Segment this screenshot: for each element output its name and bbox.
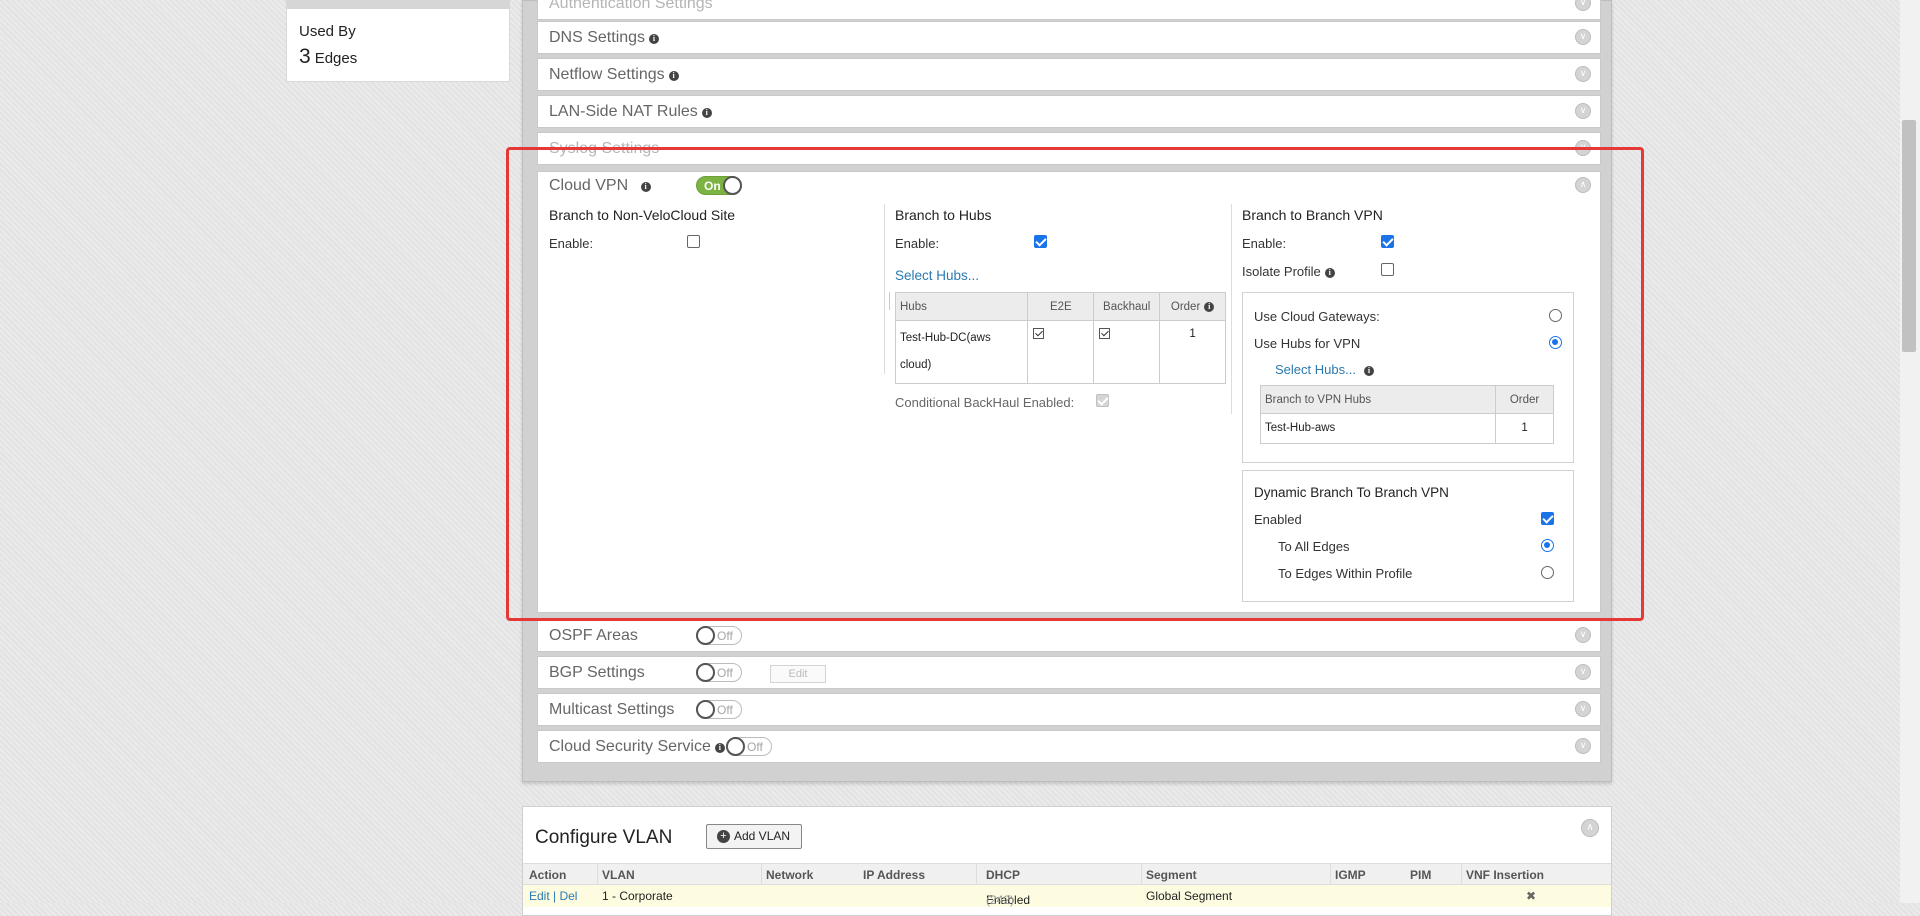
used-by-label: Used By [299, 23, 356, 40]
chevron-down-icon[interactable]: ∨ [1575, 0, 1591, 11]
toggle-knob [696, 626, 715, 645]
section-title: OSPF Areas [549, 627, 638, 644]
section-title: LAN-Side NAT Rules i [549, 103, 712, 121]
network-column-header: Network [766, 868, 814, 882]
section-multicast-settings[interactable]: Multicast Settings Off ∨ [537, 693, 1601, 726]
section-title: DNS Settings i [549, 29, 660, 47]
toggle-knob [696, 700, 715, 719]
toggle-label: Off [717, 703, 733, 717]
section-title: Authentication Settings [549, 0, 713, 12]
chevron-down-icon[interactable]: ∨ [1575, 29, 1591, 45]
dhcp-column-header: DHCP [986, 868, 1021, 882]
vlan-row-actions[interactable]: Edit | Del [529, 889, 577, 903]
configure-vlan-title: Configure VLAN [535, 827, 673, 848]
scrollbar-thumb[interactable] [1902, 120, 1916, 352]
pim-column-header: PIM [1410, 868, 1432, 882]
table-row: Edit | Del 1 - Corporate Enabled (242) G… [523, 885, 1611, 907]
section-title: Netflow Settings i [549, 66, 679, 84]
toggle-knob [696, 663, 715, 682]
add-vlan-button[interactable]: + Add VLAN [706, 824, 802, 849]
chevron-up-icon[interactable]: ∧ [1581, 819, 1599, 837]
section-netflow-settings[interactable]: Netflow Settings i ∨ [537, 58, 1601, 91]
section-dns-settings[interactable]: DNS Settings i ∨ [537, 21, 1601, 54]
close-icon[interactable]: ✖ [1526, 889, 1536, 903]
used-by-number: 3 [299, 45, 311, 68]
vlan-row-name: 1 - Corporate [602, 889, 673, 903]
vlan-table-header: Action VLAN Network IP Address DHCP Segm… [523, 863, 1611, 886]
chevron-down-icon[interactable]: ∨ [1575, 664, 1591, 680]
toggle-knob [726, 737, 745, 756]
action-column-header: Action [529, 868, 567, 882]
chevron-down-icon[interactable]: ∨ [1575, 701, 1591, 717]
section-title: BGP Settings [549, 664, 645, 681]
section-authentication-settings[interactable]: Authentication Settings ∨ [537, 0, 1601, 20]
highlight-box [506, 147, 1644, 621]
chevron-down-icon[interactable]: ∨ [1575, 66, 1591, 82]
ospf-toggle[interactable]: Off [696, 626, 742, 645]
multicast-toggle[interactable]: Off [696, 700, 742, 719]
used-by-card: Used By 3 Edges [286, 0, 510, 82]
bgp-toggle[interactable]: Off [696, 663, 742, 682]
cloud-security-toggle[interactable]: Off [726, 737, 772, 756]
column-separator [1461, 864, 1462, 886]
info-icon[interactable]: i [701, 108, 712, 118]
section-lan-side-nat-rules[interactable]: LAN-Side NAT Rules i ∨ [537, 95, 1601, 128]
chevron-down-icon[interactable]: ∨ [1575, 627, 1591, 643]
toggle-label: Off [717, 666, 733, 680]
toggle-label: Off [747, 740, 763, 754]
column-separator [761, 864, 762, 886]
section-cloud-security-service[interactable]: Cloud Security Service i Off ∨ [537, 730, 1601, 763]
used-by-count: 3 Edges [299, 45, 357, 69]
section-bgp-settings[interactable]: BGP Settings Off Edit ∨ [537, 656, 1601, 689]
configure-vlan-panel: Configure VLAN + Add VLAN ∧ Action VLAN N… [522, 806, 1612, 916]
info-icon[interactable]: i [714, 743, 725, 753]
igmp-column-header: IGMP [1335, 868, 1366, 882]
bgp-edit-button[interactable]: Edit [770, 665, 826, 683]
column-separator [976, 864, 977, 886]
vlan-column-header: VLAN [602, 868, 635, 882]
section-title: Multicast Settings [549, 701, 675, 718]
column-separator [597, 864, 598, 886]
chevron-down-icon[interactable]: ∨ [1575, 103, 1591, 119]
section-title: Cloud Security Service i [549, 738, 725, 756]
vlan-row-segment: Global Segment [1146, 889, 1233, 903]
segment-column-header: Segment [1146, 868, 1197, 882]
info-icon[interactable]: i [649, 34, 660, 44]
info-icon[interactable]: i [668, 71, 679, 81]
column-separator [1141, 864, 1142, 886]
column-separator [1330, 864, 1331, 886]
chevron-down-icon[interactable]: ∨ [1575, 738, 1591, 754]
used-by-unit: Edges [314, 50, 358, 67]
toggle-label: Off [717, 629, 733, 643]
ip-address-column-header: IP Address [863, 868, 926, 882]
vnf-insertion-column-header: VNF Insertion [1466, 868, 1545, 882]
plus-icon: + [717, 830, 730, 843]
section-ospf-areas[interactable]: OSPF Areas Off ∨ [537, 619, 1601, 652]
